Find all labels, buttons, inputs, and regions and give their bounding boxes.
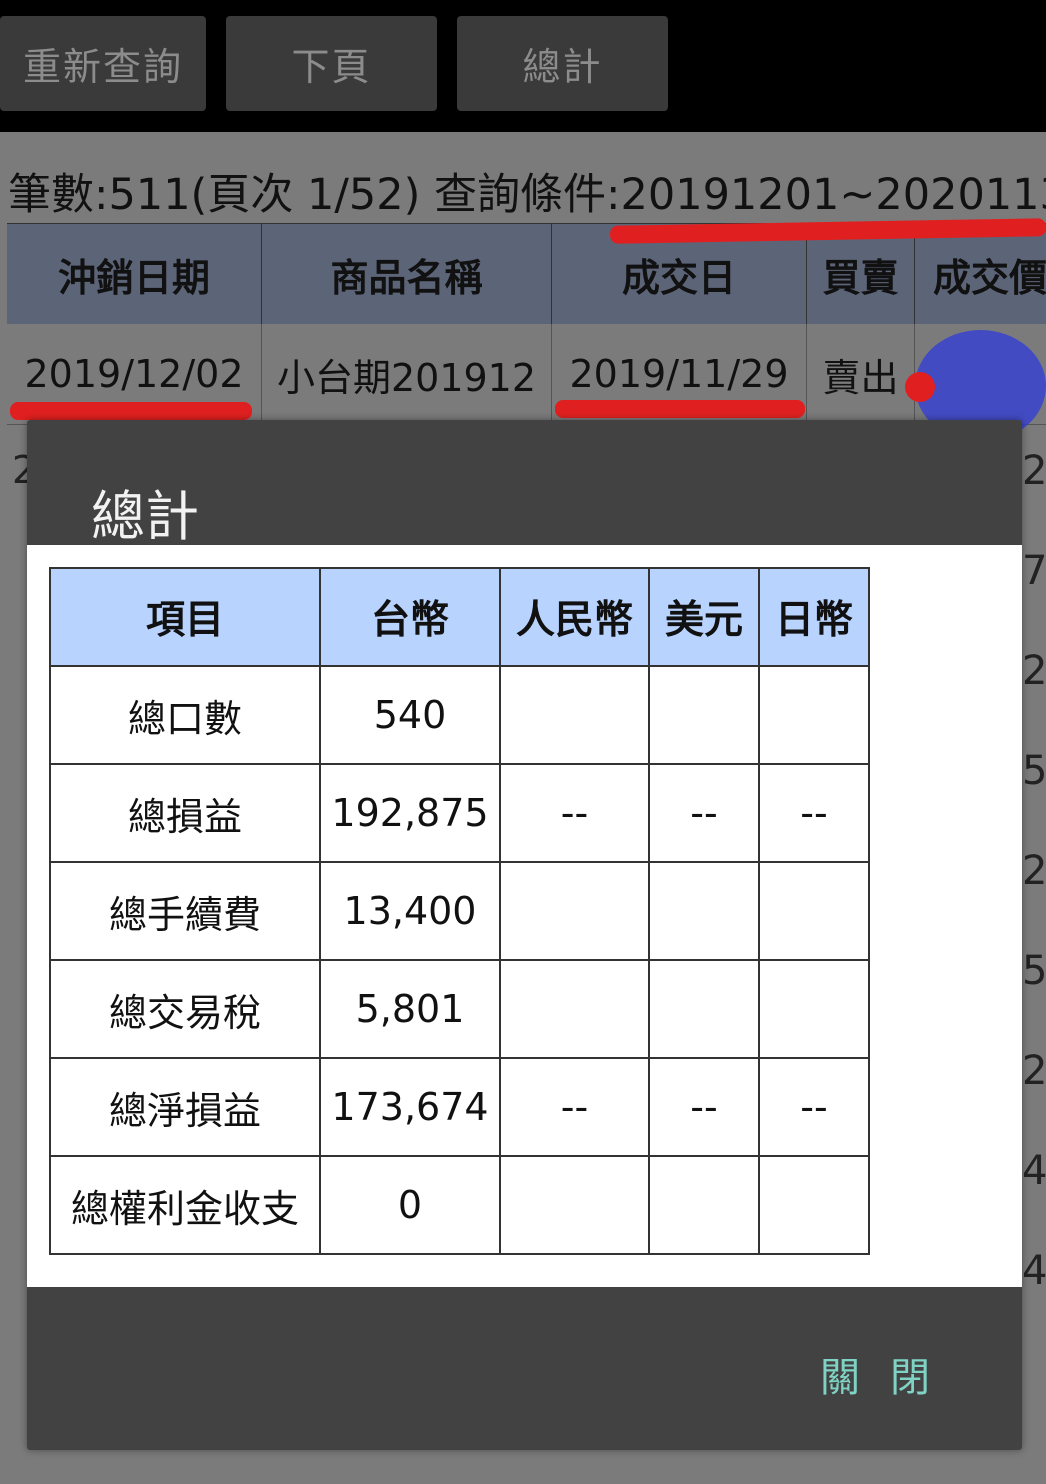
row-label: 總損益 — [49, 763, 321, 863]
row-label: 總手續費 — [49, 861, 321, 961]
usd-value: -- — [648, 763, 760, 863]
table-row: 總交易稅 5,801 — [49, 959, 870, 1059]
summary-dialog: 總計 項目 台幣 人民幣 美元 日幣 總口數 540 總損益 192,875 -… — [27, 420, 1022, 1450]
summary-table: 項目 台幣 人民幣 美元 日幣 總口數 540 總損益 192,875 -- -… — [49, 567, 870, 1255]
col-usd: 美元 — [648, 567, 760, 667]
cny-value — [499, 665, 650, 765]
edge-fragment: 28 — [1022, 648, 1046, 694]
table-row: 總口數 540 — [49, 665, 870, 765]
twd-value: 540 — [319, 665, 501, 765]
edge-fragment: 54 — [1022, 948, 1046, 994]
table-row: 總權利金收支 0 — [49, 1155, 870, 1255]
col-jpy: 日幣 — [758, 567, 870, 667]
jpy-value — [758, 665, 870, 765]
usd-value — [648, 861, 760, 961]
col-item: 項目 — [49, 567, 321, 667]
next-page-button[interactable]: 下頁 — [226, 16, 437, 111]
col-offset-date: 沖銷日期 — [57, 255, 210, 300]
col-twd: 台幣 — [319, 567, 501, 667]
cny-value — [499, 861, 650, 961]
edge-fragment: 46 — [1022, 1248, 1046, 1294]
dialog-body: 項目 台幣 人民幣 美元 日幣 總口數 540 總損益 192,875 -- -… — [27, 545, 1022, 1287]
twd-value: 0 — [319, 1155, 501, 1255]
cell-product-name: 小台期201912 — [261, 324, 551, 424]
edge-fragment: 28 — [1022, 848, 1046, 894]
edge-fragment: 57 — [1022, 748, 1046, 794]
close-button[interactable]: 關閉 — [820, 1345, 960, 1403]
usd-value: -- — [648, 1057, 760, 1157]
cny-value — [499, 1155, 650, 1255]
total-button[interactable]: 總計 — [457, 16, 668, 111]
edge-fragment: 44 — [1022, 1148, 1046, 1194]
red-mark — [905, 372, 935, 402]
jpy-value — [758, 1155, 870, 1255]
col-trade-price: 成交價 — [914, 224, 1046, 324]
usd-value — [648, 665, 760, 765]
edge-fragment: 77 — [1022, 548, 1046, 594]
usd-value — [648, 959, 760, 1059]
table-row: 總淨損益 173,674 -- -- -- — [49, 1057, 870, 1157]
table-row: 總手續費 13,400 — [49, 861, 870, 961]
col-product-name: 商品名稱 — [261, 224, 551, 324]
table-row: 總損益 192,875 -- -- -- — [49, 763, 870, 863]
jpy-value: -- — [758, 1057, 870, 1157]
summary-header-row: 項目 台幣 人民幣 美元 日幣 — [49, 567, 870, 667]
twd-value: 13,400 — [319, 861, 501, 961]
edge-fragment: 28 — [1022, 448, 1046, 494]
dialog-title: 總計 — [91, 485, 199, 548]
requery-button[interactable]: 重新查詢 — [0, 16, 206, 111]
cny-value: -- — [499, 1057, 650, 1157]
edge-fragment: 28 — [1022, 1048, 1046, 1094]
red-underline-mark — [555, 400, 805, 418]
red-underline-mark — [10, 402, 252, 420]
twd-value: 5,801 — [319, 959, 501, 1059]
jpy-value — [758, 861, 870, 961]
jpy-value: -- — [758, 763, 870, 863]
col-cny: 人民幣 — [499, 567, 650, 667]
toolbar: 重新查詢 下頁 總計 — [0, 0, 1046, 132]
row-label: 總淨損益 — [49, 1057, 321, 1157]
twd-value: 173,674 — [319, 1057, 501, 1157]
twd-value: 192,875 — [319, 763, 501, 863]
usd-value — [648, 1155, 760, 1255]
query-info: 筆數:511(頁次 1/52) 查詢條件:20191201~2020113 — [8, 170, 1046, 220]
jpy-value — [758, 959, 870, 1059]
cny-value — [499, 959, 650, 1059]
cny-value: -- — [499, 763, 650, 863]
row-label: 總權利金收支 — [49, 1155, 321, 1255]
row-label: 總交易稅 — [49, 959, 321, 1059]
row-label: 總口數 — [49, 665, 321, 765]
cell-buy-sell: 賣出 — [806, 324, 914, 424]
